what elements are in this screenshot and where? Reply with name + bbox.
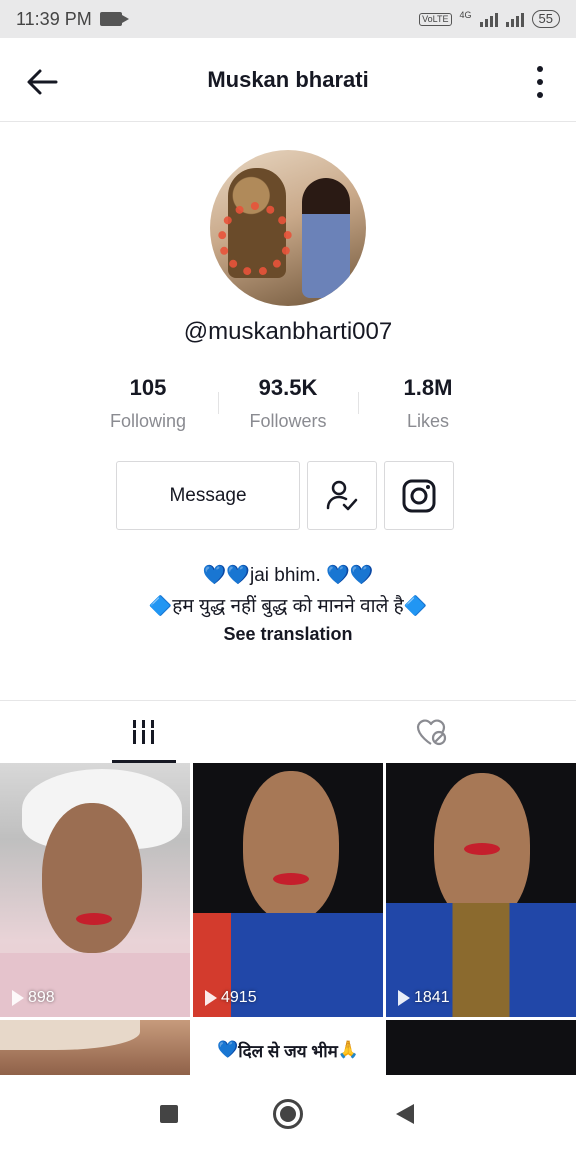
video-tile[interactable] [0, 1020, 190, 1075]
status-bar: 11:39 PM VoLTE 4G 55 [0, 0, 576, 38]
recent-apps-button[interactable] [160, 1105, 178, 1123]
follow-status-button[interactable] [307, 461, 377, 530]
content-tabs [0, 700, 576, 763]
user-check-icon [326, 480, 358, 510]
likes-count: 1.8M [403, 375, 453, 400]
instagram-icon [402, 479, 436, 512]
video-tile[interactable]: 💙 दिल से जय भीम 🙏 [193, 1020, 383, 1075]
avatar-person-shape [302, 178, 350, 298]
avatar-garland-shape [218, 202, 292, 276]
kebab-dot-icon [537, 79, 543, 85]
status-right: VoLTE 4G 55 [419, 10, 560, 28]
bio-line-1: 💙💙jai bhim. 💙💙 [0, 560, 576, 591]
battery-icon: 55 [531, 10, 560, 28]
home-button[interactable] [273, 1099, 303, 1129]
signal-icon [479, 11, 498, 27]
volte-badge: VoLTE [419, 12, 452, 26]
stat-following[interactable]: 105 Following [78, 372, 218, 438]
blue-heart-icon: 💙💙 [202, 565, 250, 586]
blue-diamond-icon: 🔷 [403, 596, 428, 617]
video-caption: 💙 दिल से जय भीम 🙏 [197, 1034, 379, 1066]
video-tile[interactable] [386, 1020, 576, 1075]
tab-liked[interactable] [288, 701, 576, 763]
following-count: 105 [129, 375, 167, 400]
profile-username: @muskanbharti007 [183, 318, 393, 345]
blue-diamond-icon: 🔷 [148, 596, 173, 617]
see-translation-link[interactable]: See translation [0, 624, 576, 645]
status-left: 11:39 PM [16, 8, 129, 30]
signal-2-icon [505, 11, 524, 27]
kebab-dot-icon [537, 66, 543, 72]
bio-text-1: jai bhim. [249, 565, 321, 586]
folded-hands-icon: 🙏 [337, 1040, 359, 1059]
view-count: 1841 [398, 989, 450, 1007]
page-title: Muskan bharati [207, 66, 369, 92]
scarf-shape [0, 953, 190, 1017]
grid-bars-icon [131, 720, 157, 744]
kebab-dot-icon [537, 92, 543, 98]
play-icon [12, 990, 24, 1006]
back-arrow-icon [27, 69, 58, 95]
play-icon [205, 990, 217, 1006]
home-circle-icon [280, 1106, 296, 1122]
cap-shape [0, 1020, 140, 1050]
profile-header: Muskan bharati [0, 38, 576, 122]
video-tile[interactable]: 1841 [386, 763, 576, 1017]
message-button[interactable]: Message [116, 461, 300, 530]
system-back-button[interactable] [396, 1104, 414, 1124]
face-shape [386, 1020, 476, 1075]
play-icon [398, 990, 410, 1006]
instagram-button[interactable] [384, 461, 454, 530]
face-shape [243, 771, 339, 921]
stat-divider [218, 392, 219, 414]
followers-count: 93.5K [258, 375, 318, 400]
followers-label: Followers [249, 411, 327, 431]
lips-shape [464, 843, 500, 855]
back-button[interactable] [22, 62, 62, 102]
stat-divider [358, 392, 359, 414]
video-camera-icon [99, 12, 129, 26]
blue-heart-icon: 💙💙 [326, 565, 374, 586]
network-type: 4G [459, 10, 472, 20]
video-grid: 898 4915 1841 💙 दिल से जय भीम 🙏 [0, 763, 576, 1075]
profile-bio: 💙💙jai bhim. 💙💙 🔷हम युद्ध नहीं बुद्ध को म… [0, 560, 576, 622]
view-count: 4915 [205, 989, 257, 1007]
more-options-button[interactable] [530, 64, 550, 100]
bio-line-2: 🔷हम युद्ध नहीं बुद्ध को मानने वाले है🔷 [0, 591, 576, 622]
tab-videos[interactable] [0, 701, 288, 763]
video-tile[interactable]: 898 [0, 763, 190, 1017]
video-tile[interactable]: 4915 [193, 763, 383, 1017]
following-label: Following [109, 411, 187, 431]
profile-avatar[interactable] [210, 150, 366, 306]
system-nav-bar [0, 1075, 576, 1152]
status-time: 11:39 PM [16, 8, 92, 29]
blue-heart-icon: 💙 [217, 1040, 239, 1059]
stat-followers[interactable]: 93.5K Followers [218, 372, 358, 438]
likes-label: Likes [406, 411, 450, 431]
bio-text-2: हम युद्ध नहीं बुद्ध को मानने वाले है [172, 596, 404, 617]
face-shape [42, 803, 142, 953]
stat-likes: 1.8M Likes [358, 372, 498, 438]
lips-shape [76, 913, 112, 925]
view-count: 898 [12, 989, 55, 1007]
lips-shape [273, 873, 309, 885]
profile-stats: 105 Following 93.5K Followers 1.8M Likes [78, 372, 498, 438]
hidden-heart-icon [416, 719, 447, 746]
